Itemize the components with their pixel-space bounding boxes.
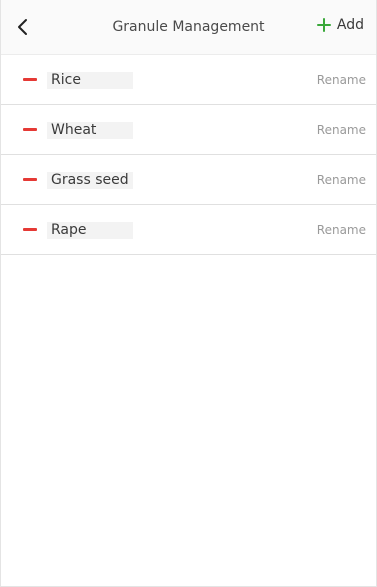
remove-button[interactable] xyxy=(23,178,37,181)
granule-list: Rice Rename Wheat Rename Grass seed Rena… xyxy=(1,55,376,255)
plus-icon xyxy=(316,18,331,32)
add-button-label: Add xyxy=(336,17,364,33)
granule-name-field[interactable]: Rice xyxy=(47,72,133,89)
granule-name-field[interactable]: Rape xyxy=(47,222,133,239)
app-frame: Granule Management Add Rice Rename Wheat… xyxy=(0,0,377,587)
rename-button[interactable]: Rename xyxy=(317,173,366,187)
rename-button[interactable]: Rename xyxy=(317,73,366,87)
remove-button[interactable] xyxy=(23,228,37,231)
granule-name-field[interactable]: Grass seed xyxy=(47,172,133,189)
add-button[interactable]: Add xyxy=(316,17,364,33)
list-item: Wheat Rename xyxy=(1,105,376,155)
back-button[interactable] xyxy=(13,17,33,37)
remove-button[interactable] xyxy=(23,128,37,131)
granule-name-field[interactable]: Wheat xyxy=(47,122,133,139)
list-item: Grass seed Rename xyxy=(1,155,376,205)
rename-button[interactable]: Rename xyxy=(317,223,366,237)
list-item: Rice Rename xyxy=(1,55,376,105)
chevron-left-icon xyxy=(13,17,33,37)
remove-button[interactable] xyxy=(23,78,37,81)
list-item: Rape Rename xyxy=(1,205,376,255)
rename-button[interactable]: Rename xyxy=(317,123,366,137)
top-bar: Granule Management Add xyxy=(1,0,376,55)
